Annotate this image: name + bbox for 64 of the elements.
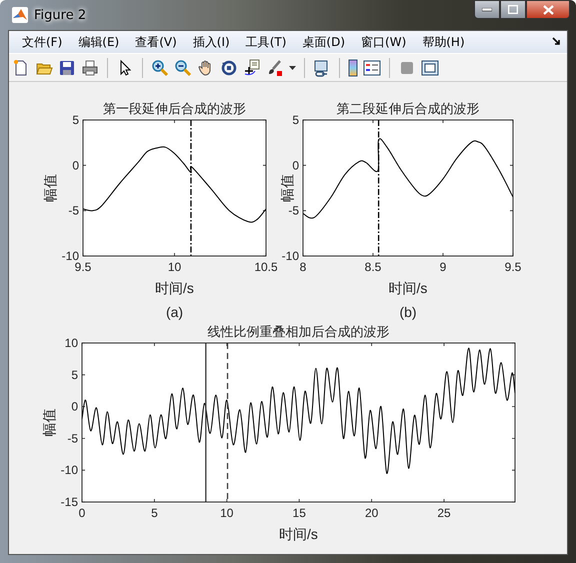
tick-label: -10 xyxy=(282,249,299,263)
tick-label: 10 xyxy=(220,506,234,520)
dock-arrow-icon[interactable] xyxy=(552,37,561,46)
close-icon xyxy=(542,4,554,14)
axis-label: 时间/s xyxy=(388,280,428,296)
close-button[interactable] xyxy=(526,0,570,19)
tick-label: -5 xyxy=(68,204,79,218)
menu-item[interactable]: 窗口(W) xyxy=(353,32,414,52)
tick-label: 10 xyxy=(64,336,78,350)
tick-label: 9.5 xyxy=(74,260,92,274)
app-logo-icon xyxy=(12,7,28,23)
axis-label: 幅值 xyxy=(41,408,57,436)
axis-label: 幅值 xyxy=(42,174,58,202)
figure-caption: (b) xyxy=(399,304,417,320)
minimize-icon xyxy=(482,8,492,12)
axis-label: 时间/s xyxy=(155,280,194,296)
data-cursor-icon[interactable] xyxy=(243,58,261,76)
tick-label: 8 xyxy=(300,260,306,274)
tick-label: -5 xyxy=(288,204,299,218)
chart-title: 第二段延伸后合成的波形 xyxy=(336,101,480,116)
legend-icon[interactable] xyxy=(363,58,381,76)
menu-item[interactable]: 编辑(E) xyxy=(70,32,128,52)
menu-item[interactable]: 工具(T) xyxy=(238,32,294,52)
tick-label: -10 xyxy=(60,463,78,478)
tick-label: 5 xyxy=(71,368,78,382)
tick-label: -10 xyxy=(62,249,79,263)
zoom-out-icon[interactable] xyxy=(174,58,192,76)
tick-label: 10 xyxy=(168,260,182,274)
tick-label: -5 xyxy=(67,431,78,446)
tick-label: 0 xyxy=(292,158,299,172)
tick-label: 5 xyxy=(292,113,299,127)
tick-label: 0 xyxy=(72,158,79,172)
brush-icon[interactable] xyxy=(266,58,284,76)
tick-label: 0 xyxy=(71,400,78,414)
tick-label: 25 xyxy=(437,506,451,520)
colorbar-icon[interactable] xyxy=(348,58,358,76)
axis-label: 幅值 xyxy=(279,174,295,202)
minimize-button[interactable] xyxy=(474,0,500,19)
chart-title: 第一段延伸后合成的波形 xyxy=(103,101,246,116)
tick-label: 5 xyxy=(72,113,79,127)
tick-label: -15 xyxy=(60,495,78,509)
tick-label: 15 xyxy=(292,506,306,520)
tick-label: 9 xyxy=(440,260,446,274)
window-title: Figure 2 xyxy=(34,8,86,22)
tick-label: 0 xyxy=(78,506,86,520)
menu-item[interactable]: 查看(V) xyxy=(127,32,185,52)
zoom-in-icon[interactable] xyxy=(151,58,169,76)
tick-label: 5 xyxy=(151,506,158,520)
caret-icon[interactable] xyxy=(289,66,296,70)
tick-label: 9.5 xyxy=(504,260,522,274)
tick-label: 20 xyxy=(364,506,378,520)
tick-label: 10.5 xyxy=(254,260,277,274)
menu-item[interactable]: 文件(F) xyxy=(14,32,70,52)
chart-title: 线性比例重叠相加后合成的波形 xyxy=(208,324,390,339)
menu-item[interactable]: 帮助(H) xyxy=(414,32,473,52)
restore-icon xyxy=(508,5,518,14)
maximize-button[interactable] xyxy=(500,0,526,19)
print-icon[interactable] xyxy=(81,58,99,76)
axis-label: 时间/s xyxy=(279,526,318,542)
tick-label: 8.5 xyxy=(364,260,382,274)
save-icon[interactable] xyxy=(58,58,76,76)
figure-caption: (a) xyxy=(166,304,184,320)
menu-item[interactable]: 桌面(D) xyxy=(294,32,354,52)
menu-item[interactable]: 插入(I) xyxy=(184,32,238,52)
